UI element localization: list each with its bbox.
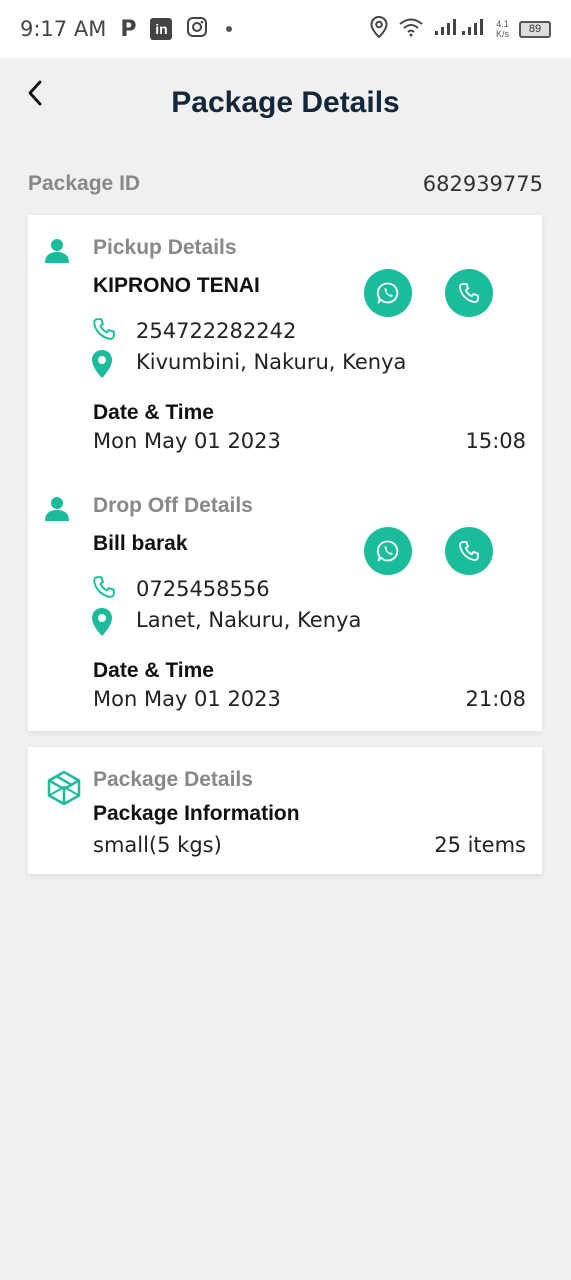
person-icon <box>44 495 70 526</box>
network-speed-unit: K/s <box>495 29 509 39</box>
pickup-name: KIPRONO TENAI <box>93 274 260 297</box>
status-bar: 9:17 AM P in 4.1 K/s 89 <box>0 0 571 58</box>
package-section-title: Package Details <box>93 768 253 791</box>
dropoff-phone[interactable]: 0725458556 <box>136 577 270 601</box>
p-app-icon: P <box>120 16 137 42</box>
pickup-phone[interactable]: 254722282242 <box>136 319 296 343</box>
network-speed-value: 4.1 <box>496 19 509 29</box>
location-pin-icon <box>91 349 113 384</box>
dropoff-time: 21:08 <box>465 687 526 711</box>
phone-icon <box>92 575 116 604</box>
phone-icon <box>92 317 116 346</box>
pickup-call-button[interactable] <box>445 269 493 317</box>
page-title: Package Details <box>171 86 400 119</box>
dropoff-date: Mon May 01 2023 <box>93 687 281 711</box>
phone-icon <box>459 283 479 303</box>
battery-icon: 89 <box>519 20 551 38</box>
location-pin-icon <box>91 607 113 642</box>
dropoff-name: Bill barak <box>93 532 188 555</box>
package-details-card: Package Details Package Information smal… <box>28 747 542 874</box>
dropoff-section-title: Drop Off Details <box>93 494 253 517</box>
package-id-label: Package ID <box>28 172 141 195</box>
whatsapp-icon <box>376 282 399 304</box>
dropoff-whatsapp-button[interactable] <box>364 527 412 575</box>
pickup-section-title: Pickup Details <box>93 236 237 259</box>
location-pin-icon <box>370 15 388 43</box>
pickup-location: Kivumbini, Nakuru, Kenya <box>136 350 407 374</box>
status-time: 9:17 AM <box>20 17 107 41</box>
instagram-icon <box>186 16 208 43</box>
signal-icon <box>434 17 486 42</box>
package-items: 25 items <box>434 833 526 857</box>
pickup-date: Mon May 01 2023 <box>93 429 281 453</box>
package-size: small(5 kgs) <box>93 833 222 857</box>
package-box-icon <box>46 770 82 811</box>
dropoff-call-button[interactable] <box>445 527 493 575</box>
notification-dot-icon <box>226 26 233 32</box>
dropoff-datetime-label: Date & Time <box>93 659 214 682</box>
pickup-dropoff-card: Pickup Details KIPRONO TENAI 25472228224… <box>28 215 542 731</box>
pickup-time: 15:08 <box>465 429 526 453</box>
phone-icon <box>459 541 479 561</box>
whatsapp-icon <box>376 540 399 562</box>
package-id-value: 682939775 <box>422 172 543 196</box>
pickup-whatsapp-button[interactable] <box>364 269 412 317</box>
package-info-label: Package Information <box>93 802 300 825</box>
network-speed: 4.1 K/s <box>496 19 509 39</box>
wifi-icon <box>398 17 424 42</box>
dropoff-location: Lanet, Nakuru, Kenya <box>136 608 362 632</box>
linkedin-icon: in <box>150 18 173 40</box>
person-icon <box>44 237 70 268</box>
pickup-datetime-label: Date & Time <box>93 401 214 424</box>
